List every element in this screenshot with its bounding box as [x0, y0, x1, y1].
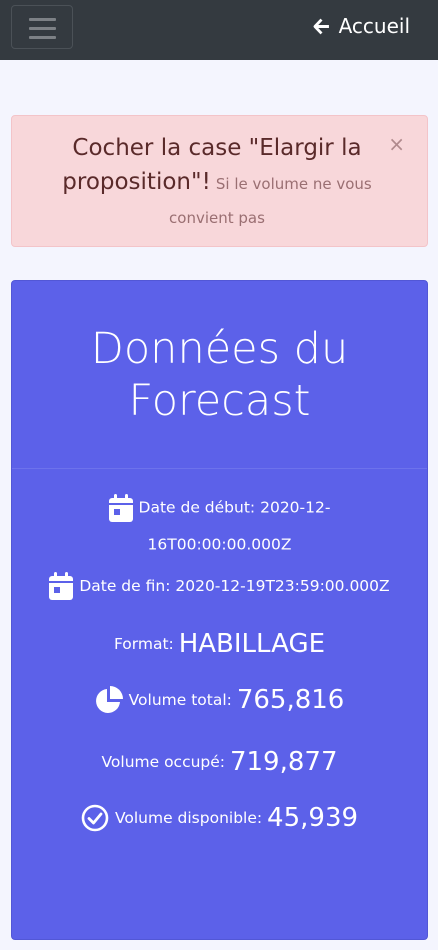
forecast-card: Données du Forecast Date de début: 2020-… [11, 280, 428, 940]
forecast-card-header: Données du Forecast [12, 281, 427, 469]
end-date-label: Date de fin: [79, 577, 171, 595]
format-row: Format: HABILLAGE [12, 629, 427, 659]
volume-available-value: 45,939 [267, 803, 359, 833]
calendar-icon [49, 572, 74, 600]
hamburger-icon [29, 18, 56, 21]
volume-available-label: Volume disponible: [114, 809, 263, 827]
hamburger-icon [29, 36, 56, 39]
top-navbar: Accueil [0, 0, 438, 60]
volume-occupied-value: 719,877 [229, 747, 338, 777]
volume-occupied-label: Volume occupé: [101, 753, 226, 771]
arrow-left-icon [313, 18, 329, 34]
volume-total-label: Volume total: [128, 691, 232, 709]
start-date-label: Date de début: [138, 498, 256, 517]
volume-total-value: 765,816 [236, 685, 345, 715]
hamburger-icon [29, 27, 56, 30]
info-alert: Cocher la case "Elargir la proposition"!… [11, 115, 428, 247]
card-title: Données du Forecast [90, 323, 349, 426]
format-value: HABILLAGE [178, 629, 326, 659]
menu-toggle-button[interactable] [11, 5, 73, 49]
check-circle-icon [81, 804, 109, 832]
close-icon[interactable]: × [388, 132, 405, 156]
home-link-label: Accueil [338, 14, 410, 38]
format-label: Format: [113, 635, 174, 653]
volume-occupied-row: Volume occupé: 719,877 [12, 747, 427, 777]
volume-total-row: Volume total: 765,816 [12, 685, 427, 715]
start-date-row: Date de début: 2020-12-16T00:00:00.000Z [12, 489, 427, 562]
home-link[interactable]: Accueil [313, 12, 410, 40]
volume-available-row: Volume disponible: 45,939 [12, 803, 427, 833]
end-date-value: 2020-12-19T23:59:00.000Z [175, 577, 390, 595]
pie-chart-icon [95, 686, 123, 713]
end-date-row: Date de fin: 2020-12-19T23:59:00.000Z [12, 572, 427, 600]
calendar-icon [108, 493, 133, 522]
